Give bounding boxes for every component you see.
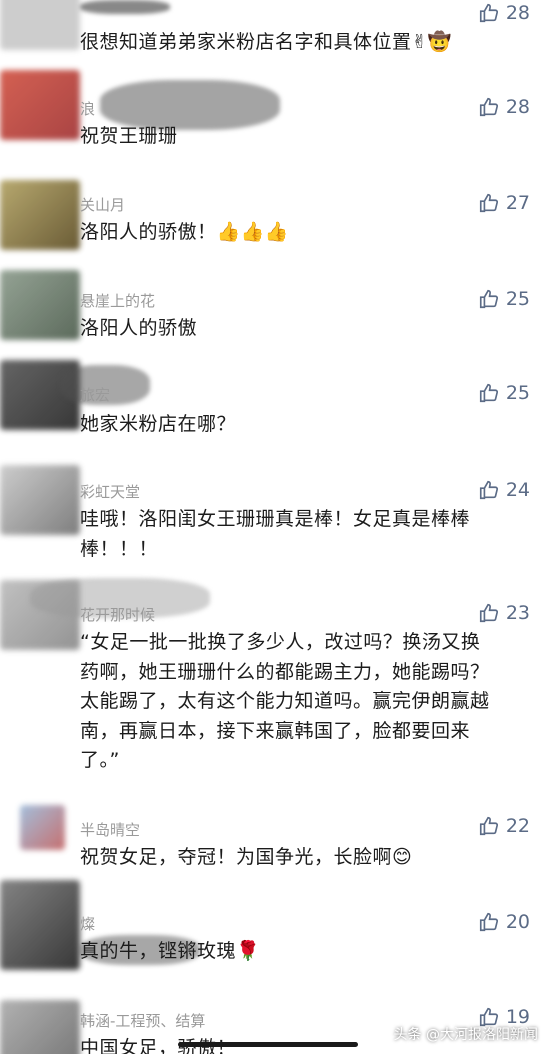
- comment-list: 很想知道弟弟家米粉店名字和具体位置✌🤠 28 浪 祝贺王珊珊 28 关山月 洛阳…: [0, 0, 550, 1054]
- comment-item: 很想知道弟弟家米粉店名字和具体位置✌🤠 28: [0, 0, 550, 70]
- username[interactable]: 关山月: [80, 194, 125, 215]
- thumbs-up-icon: [479, 97, 498, 117]
- comment-text: 真的牛，铿锵玫瑰🌹: [80, 940, 261, 962]
- avatar[interactable]: [0, 880, 80, 970]
- comment-item: 关山月 洛阳人的骄傲！👍👍👍 27: [0, 180, 550, 275]
- comment-text: 很想知道弟弟家米粉店名字和具体位置✌🤠: [80, 31, 453, 53]
- thumbs-up-icon: [479, 912, 498, 932]
- like-count: 20: [505, 911, 530, 933]
- like-button[interactable]: 24: [478, 479, 530, 501]
- comment-text: 洛阳人的骄傲！👍👍👍: [80, 221, 289, 243]
- username[interactable]: 韩涵-工程预、结算: [80, 1010, 205, 1031]
- comment-item: 半岛晴空 祝贺女足，夺冠！为国争光，长脸啊😊 22: [0, 805, 550, 895]
- redacted-username-scribble: [80, 0, 170, 14]
- comment-text: 哇哦！洛阳闺女王珊珊真是棒！女足真是棒棒棒！！！: [80, 508, 471, 560]
- username[interactable]: 燦: [80, 913, 95, 934]
- username[interactable]: 花开那时候: [80, 604, 155, 625]
- like-button[interactable]: 23: [478, 602, 530, 624]
- avatar[interactable]: [0, 180, 80, 250]
- username[interactable]: 彩虹天堂: [80, 481, 140, 502]
- avatar[interactable]: [0, 70, 80, 140]
- comment-text: 祝贺王珊珊: [80, 125, 178, 147]
- comment-item: 燦 真的牛，铿锵玫瑰🌹 20: [0, 880, 550, 990]
- comment-item: 花开那时候 “女足一批一批换了多少人，改过吗？换汤又换药啊，她王珊珊什么的都能踢…: [0, 578, 550, 800]
- like-count: 28: [505, 96, 530, 118]
- avatar[interactable]: [20, 805, 65, 850]
- like-button[interactable]: 28: [478, 96, 530, 118]
- username[interactable]: 半岛晴空: [80, 819, 140, 840]
- thumbs-up-icon: [479, 816, 498, 836]
- avatar[interactable]: [0, 465, 80, 535]
- like-count: 24: [505, 479, 530, 501]
- thumbs-up-icon: [479, 603, 498, 623]
- comment-text: 她家米粉店在哪？: [80, 413, 237, 435]
- comment-text: 洛阳人的骄傲: [80, 317, 198, 339]
- like-button[interactable]: 22: [478, 815, 530, 837]
- comment-text: 祝贺女足，夺冠！为国争光，长脸啊😊: [80, 846, 413, 868]
- avatar[interactable]: [0, 270, 80, 340]
- thumbs-up-icon: [479, 3, 498, 23]
- like-button[interactable]: 25: [478, 382, 530, 404]
- watermark: 头条 @大河报洛阳新闻: [393, 1027, 538, 1043]
- avatar[interactable]: [0, 1000, 80, 1054]
- comment-item: 旅宏 她家米粉店在哪？ 25: [0, 360, 550, 455]
- comment-item: 彩虹天堂 哇哦！洛阳闺女王珊珊真是棒！女足真是棒棒棒！！！ 24: [0, 465, 550, 575]
- like-count: 27: [505, 192, 530, 214]
- like-count: 22: [505, 815, 530, 837]
- thumbs-up-icon: [479, 289, 498, 309]
- like-count: 25: [505, 382, 530, 404]
- like-button[interactable]: 27: [478, 192, 530, 214]
- like-button[interactable]: 28: [478, 2, 530, 24]
- username[interactable]: 旅宏: [80, 384, 110, 405]
- comment-text: “女足一批一批换了多少人，改过吗？换汤又换药啊，她王珊珊什么的都能踢主力，她能踢…: [80, 631, 490, 771]
- thumbs-up-icon: [479, 193, 498, 213]
- like-button[interactable]: 20: [478, 911, 530, 933]
- username[interactable]: 浪: [80, 98, 95, 119]
- comment-item: 悬崖上的花 洛阳人的骄傲 25: [0, 270, 550, 360]
- thumbs-up-icon: [479, 383, 498, 403]
- like-button[interactable]: 25: [478, 288, 530, 310]
- comment-item: 浪 祝贺王珊珊 28: [0, 70, 550, 170]
- username[interactable]: 悬崖上的花: [80, 290, 155, 311]
- home-indicator[interactable]: [178, 1042, 358, 1047]
- thumbs-up-icon: [479, 480, 498, 500]
- avatar[interactable]: [0, 0, 80, 50]
- like-count: 25: [505, 288, 530, 310]
- like-count: 23: [505, 602, 530, 624]
- like-count: 28: [505, 2, 530, 24]
